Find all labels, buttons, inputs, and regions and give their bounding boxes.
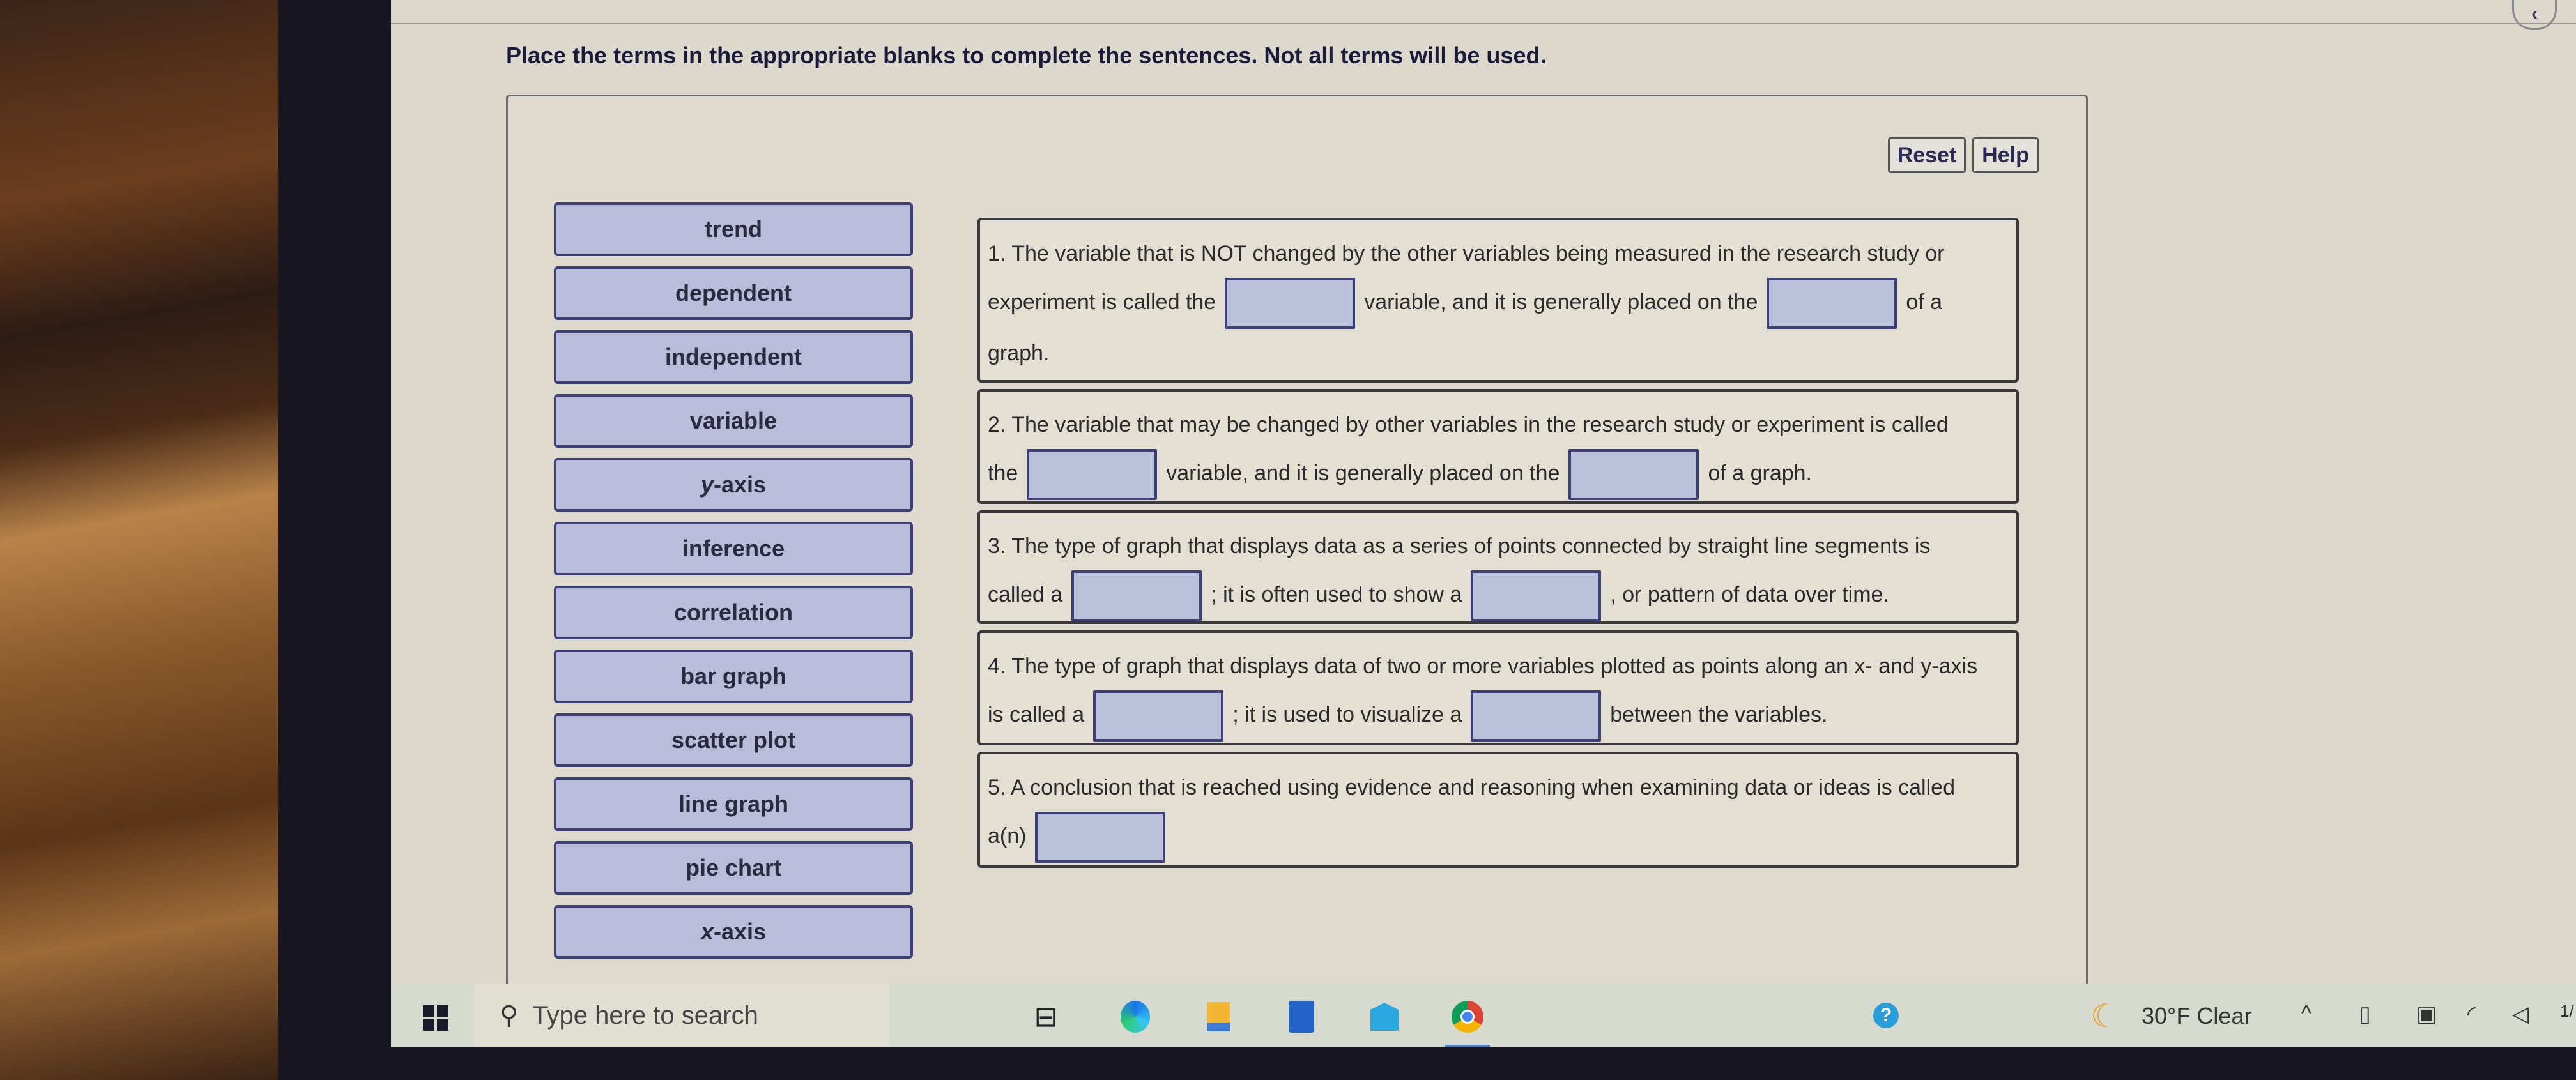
- weather-text[interactable]: 30°F Clear: [2142, 1003, 2251, 1030]
- question-1-blank-2[interactable]: [1767, 278, 1897, 330]
- term-inference[interactable]: inference: [554, 522, 913, 575]
- question-5-text-a: a(n): [988, 824, 1027, 848]
- question-5-blank-1[interactable]: [1035, 812, 1166, 863]
- back-button[interactable]: ‹: [2512, 0, 2557, 30]
- term-y-axis[interactable]: y -axis: [554, 458, 913, 512]
- mail-icon[interactable]: [1368, 999, 1400, 1035]
- chevron-up-icon[interactable]: ^: [2301, 1001, 2312, 1026]
- wifi-icon[interactable]: ◜: [2467, 1001, 2476, 1027]
- question-4: 4. The type of graph that displays data …: [977, 630, 2019, 745]
- windows-taskbar: ⚲ Type here to search ⊟ ? ☾ 30°F Clear ^…: [391, 984, 2576, 1047]
- browser-page: ‹ Place the terms in the appropriate bla…: [391, 0, 2576, 993]
- question-1-text-a: experiment is called the: [988, 290, 1216, 314]
- question-3: 3. The type of graph that displays data …: [977, 510, 2019, 624]
- question-1-line-3: graph.: [988, 341, 1050, 366]
- instructions-text: Place the terms in the appropriate blank…: [506, 42, 1547, 68]
- question-1-text-c: of a: [1906, 290, 1943, 314]
- battery-icon[interactable]: ▣: [2416, 1001, 2437, 1027]
- question-2-blank-1[interactable]: [1027, 449, 1158, 501]
- term-scatter-plot[interactable]: scatter plot: [554, 713, 913, 767]
- question-4-blank-1[interactable]: [1093, 690, 1224, 742]
- edge-browser-icon[interactable]: [1119, 999, 1151, 1035]
- search-placeholder: Type here to search: [532, 1001, 758, 1030]
- question-3-text-b: ; it is often used to show a: [1211, 582, 1462, 607]
- question-2-blank-2[interactable]: [1568, 449, 1699, 501]
- help-button[interactable]: Help: [1972, 137, 2039, 173]
- chevron-left-icon: ‹: [2531, 3, 2538, 24]
- question-4-text-c: between the variables.: [1610, 703, 1828, 727]
- question-2: 2. The variable that may be changed by o…: [977, 389, 2019, 504]
- term-correlation[interactable]: correlation: [554, 586, 913, 639]
- windows-start-icon[interactable]: [423, 1005, 448, 1031]
- term-variable[interactable]: variable: [554, 394, 913, 448]
- help-question-icon[interactable]: ?: [1873, 1003, 1899, 1028]
- question-5: 5. A conclusion that is reached using ev…: [977, 752, 2019, 868]
- question-list: 1. The variable that is NOT changed by t…: [977, 218, 2019, 874]
- reset-button[interactable]: Reset: [1888, 137, 1966, 173]
- question-4-text-b: ; it is used to visualize a: [1232, 703, 1462, 727]
- question-3-text-c: , or pattern of data over time.: [1610, 582, 1889, 607]
- term-bank: trend dependent independent variable y -a…: [554, 202, 913, 969]
- question-1: 1. The variable that is NOT changed by t…: [977, 218, 2019, 383]
- question-2-text-a: the: [988, 461, 1018, 485]
- question-4-blank-2[interactable]: [1471, 690, 1602, 742]
- camera-icon[interactable]: ▯: [2359, 1001, 2371, 1027]
- question-4-line-1: 4. The type of graph that displays data …: [988, 654, 1978, 678]
- term-trend[interactable]: trend: [554, 202, 913, 256]
- question-1-line-1: 1. The variable that is NOT changed by t…: [988, 241, 1945, 266]
- question-1-blank-1[interactable]: [1225, 278, 1356, 330]
- file-explorer-icon[interactable]: [1202, 999, 1234, 1035]
- question-5-line-1: 5. A conclusion that is reached using ev…: [988, 775, 1955, 800]
- task-view-icon[interactable]: ⊟: [1030, 999, 1062, 1035]
- moon-weather-icon[interactable]: ☾: [2090, 998, 2119, 1035]
- term-line-graph[interactable]: line graph: [554, 777, 913, 831]
- question-3-line-1: 3. The type of graph that displays data …: [988, 534, 1931, 558]
- question-3-text-a: called a: [988, 582, 1063, 607]
- monitor-bottom-bezel: [391, 1047, 2576, 1080]
- term-bar-graph[interactable]: bar graph: [554, 650, 913, 703]
- drag-drop-panel: Reset Help trend dependent independent v…: [506, 95, 2088, 993]
- taskbar-search-input[interactable]: ⚲ Type here to search: [474, 984, 889, 1047]
- question-2-line-1: 2. The variable that may be changed by o…: [988, 413, 1949, 437]
- term-independent[interactable]: independent: [554, 330, 913, 384]
- clock-date[interactable]: 1/: [2560, 1001, 2574, 1021]
- term-dependent[interactable]: dependent: [554, 266, 913, 320]
- desk-background-photo: [0, 0, 278, 1080]
- header-divider: [391, 23, 2576, 24]
- question-3-blank-1[interactable]: [1071, 570, 1202, 622]
- chrome-browser-icon[interactable]: [1452, 999, 1483, 1035]
- question-2-text-c: of a graph.: [1708, 461, 1812, 485]
- question-1-text-b: variable, and it is generally placed on …: [1364, 290, 1758, 314]
- term-pie-chart[interactable]: pie chart: [554, 841, 913, 895]
- question-4-text-a: is called a: [988, 703, 1085, 727]
- volume-icon[interactable]: ◁: [2512, 1001, 2529, 1027]
- term-x-axis[interactable]: x -axis: [554, 905, 913, 959]
- question-2-text-b: variable, and it is generally placed on …: [1166, 461, 1560, 485]
- microsoft-store-icon[interactable]: [1285, 999, 1317, 1035]
- search-icon: ⚲: [500, 1001, 519, 1030]
- question-3-blank-2[interactable]: [1471, 570, 1602, 622]
- monitor-bezel: [278, 0, 393, 1080]
